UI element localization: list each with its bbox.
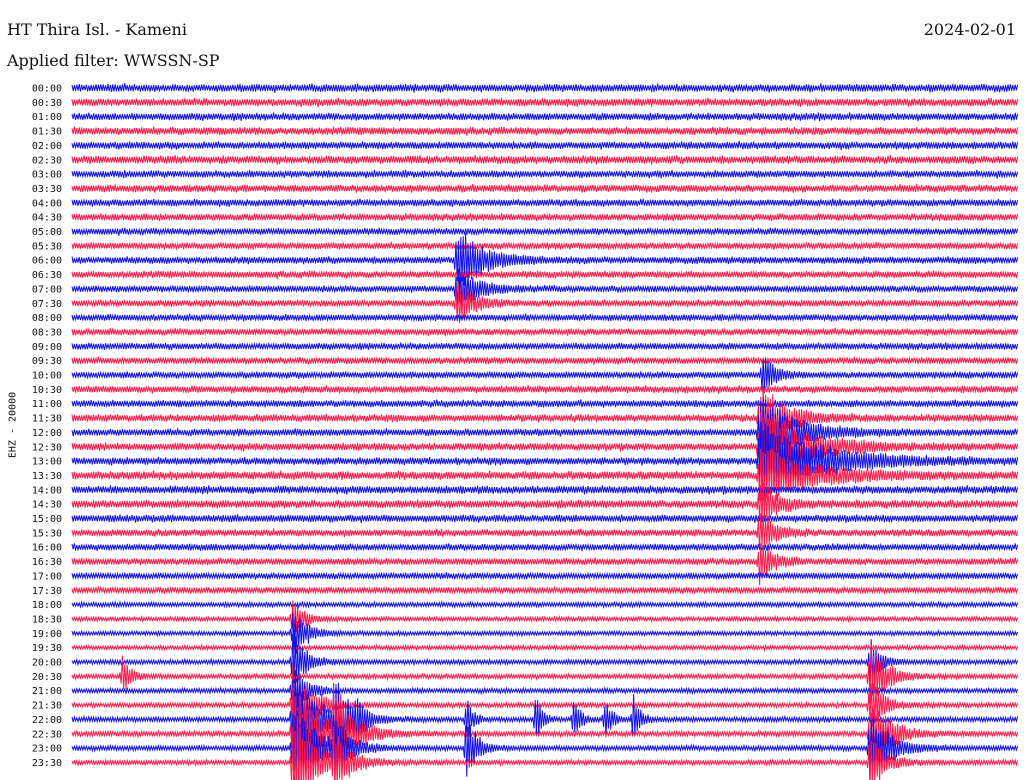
- time-label-1600: 16:00: [32, 543, 62, 554]
- time-label-2330: 23:30: [32, 758, 62, 769]
- time-label-1230: 12:30: [32, 442, 62, 453]
- time-label-2230: 22:30: [32, 729, 62, 740]
- time-label-0700: 07:00: [32, 284, 62, 295]
- seismic-trace-0930: [71, 356, 1019, 366]
- time-label-1630: 16:30: [32, 557, 62, 568]
- seismic-trace-0300: [71, 169, 1019, 179]
- seismic-trace-1100: [71, 399, 1019, 409]
- time-label-1200: 12:00: [32, 428, 62, 439]
- time-label-1000: 10:00: [32, 371, 62, 382]
- seismic-trace-1400: [71, 485, 1019, 495]
- seismic-trace-0000: [71, 83, 1019, 93]
- seismic-trace-0430: [71, 212, 1019, 222]
- time-label-0830: 08:30: [32, 327, 62, 338]
- time-label-0930: 09:30: [32, 356, 62, 367]
- time-label-0900: 09:00: [32, 342, 62, 353]
- time-label-1900: 19:00: [32, 629, 62, 640]
- seismic-trace-0130: [71, 126, 1019, 136]
- time-label-2100: 21:00: [32, 686, 62, 697]
- time-label-0400: 04:00: [32, 198, 62, 209]
- time-label-1300: 13:00: [32, 457, 62, 468]
- time-label-1330: 13:30: [32, 471, 62, 482]
- seismic-trace-1030: [71, 384, 1019, 394]
- time-label-0030: 00:30: [32, 98, 62, 109]
- time-label-1530: 15:30: [32, 528, 62, 539]
- time-label-0100: 01:00: [32, 112, 62, 123]
- seismic-trace-0800: [71, 313, 1019, 323]
- time-label-2200: 22:00: [32, 715, 62, 726]
- time-label-1930: 19:30: [32, 643, 62, 654]
- time-label-1100: 11:00: [32, 399, 62, 410]
- seismic-trace-1600: [71, 542, 1019, 552]
- time-label-1430: 14:30: [32, 500, 62, 511]
- seismic-trace-1630: [71, 543, 1019, 586]
- time-label-0200: 02:00: [32, 141, 62, 152]
- time-label-2130: 21:30: [32, 701, 62, 712]
- seismic-trace-0100: [71, 112, 1019, 122]
- time-label-0530: 05:30: [32, 241, 62, 252]
- time-label-1800: 18:00: [32, 600, 62, 611]
- seismic-trace-1730: [71, 585, 1019, 595]
- time-label-0300: 03:00: [32, 170, 62, 181]
- seismic-trace-0030: [71, 97, 1019, 108]
- time-label-0600: 06:00: [32, 256, 62, 267]
- seismic-trace-0330: [71, 183, 1019, 193]
- time-label-0630: 06:30: [32, 270, 62, 281]
- seismic-trace-0530: [71, 241, 1019, 251]
- time-label-1130: 11:30: [32, 414, 62, 425]
- seismic-trace-1930: [71, 643, 1019, 653]
- time-label-1700: 17:00: [32, 571, 62, 582]
- time-label-0430: 04:30: [32, 213, 62, 224]
- time-label-2030: 20:30: [32, 672, 62, 683]
- seismic-trace-0200: [71, 140, 1019, 150]
- seismic-trace-1200: [71, 397, 1019, 464]
- seismic-trace-0400: [71, 198, 1019, 208]
- time-label-0730: 07:30: [32, 299, 62, 310]
- seismic-trace-0900: [71, 341, 1019, 351]
- time-label-1830: 18:30: [32, 614, 62, 625]
- time-label-1730: 17:30: [32, 586, 62, 597]
- time-label-2000: 20:00: [32, 658, 62, 669]
- seismic-trace-0230: [71, 155, 1019, 165]
- time-label-1400: 14:00: [32, 485, 62, 496]
- seismic-trace-0500: [71, 226, 1019, 237]
- time-label-0330: 03:30: [32, 184, 62, 195]
- time-label-0230: 02:30: [32, 155, 62, 166]
- time-label-0800: 08:00: [32, 313, 62, 324]
- time-label-1030: 10:30: [32, 385, 62, 396]
- seismic-trace-1500: [71, 514, 1019, 524]
- time-label-2300: 23:00: [32, 744, 62, 755]
- seismic-trace-1700: [71, 571, 1019, 581]
- time-label-1500: 15:00: [32, 514, 62, 525]
- time-label-0130: 01:30: [32, 127, 62, 138]
- helicorder-plot: 00:00 00:30 01:00 01:30 02:00 02:30 03:00 03:30…: [32, 83, 1019, 780]
- seismic-trace-1800: [71, 600, 1019, 610]
- seismic-trace-0830: [71, 327, 1019, 337]
- time-label-0500: 05:00: [32, 227, 62, 238]
- seismic-trace-0630: [71, 270, 1019, 280]
- time-label-0000: 00:00: [32, 84, 62, 95]
